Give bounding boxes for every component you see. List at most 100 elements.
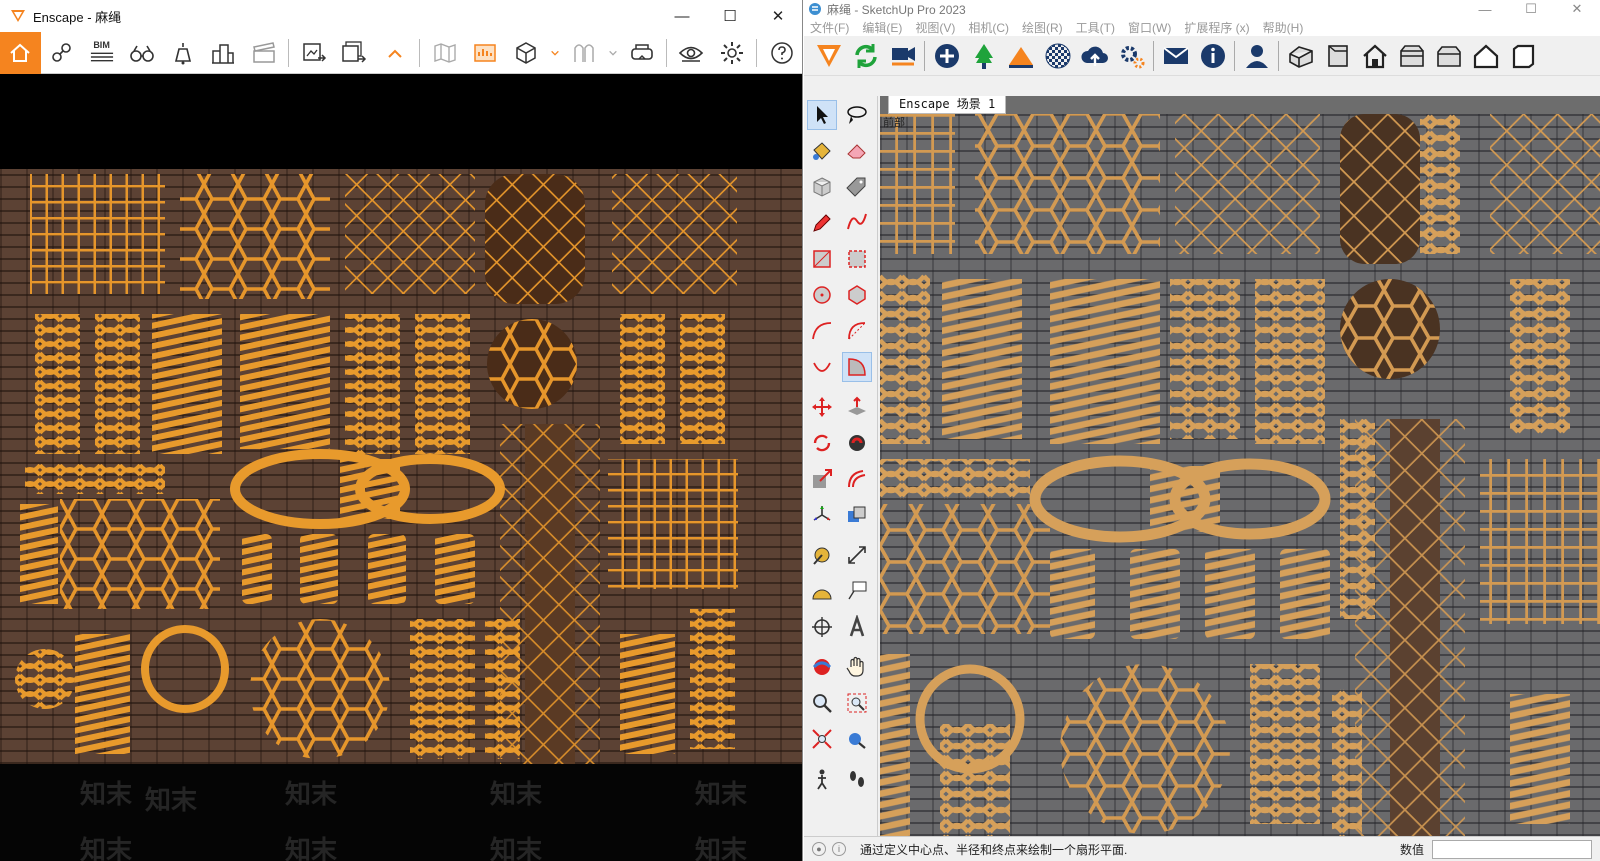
collapse-toolbar-button[interactable] bbox=[375, 32, 416, 74]
enscape-settings-button[interactable] bbox=[1113, 38, 1150, 74]
position-camera-tool[interactable] bbox=[807, 764, 837, 794]
axes-tool[interactable] bbox=[807, 500, 837, 530]
push-pull-tool[interactable] bbox=[842, 392, 872, 422]
batch-export-button[interactable] bbox=[334, 32, 375, 74]
back-view-button[interactable] bbox=[1430, 38, 1467, 74]
measurements-input[interactable] bbox=[1432, 839, 1592, 859]
asset-dropdown[interactable] bbox=[604, 32, 621, 74]
light-button[interactable] bbox=[163, 32, 204, 74]
arc-tool[interactable] bbox=[807, 316, 837, 346]
menu-extensions[interactable]: 扩展程序 (x) bbox=[1184, 19, 1249, 36]
pie-tool[interactable] bbox=[842, 352, 872, 382]
geo-location-icon[interactable]: ● bbox=[812, 842, 826, 856]
settings-button[interactable] bbox=[712, 32, 753, 74]
pan-tool[interactable] bbox=[842, 652, 872, 682]
polygon-tool[interactable] bbox=[842, 280, 872, 310]
three-point-arc-tool[interactable] bbox=[807, 352, 837, 382]
maximize-button[interactable]: ☐ bbox=[1508, 0, 1554, 18]
two-point-arc-tool[interactable] bbox=[842, 316, 872, 346]
three-point-arc-icon bbox=[813, 362, 831, 372]
top-view-button[interactable] bbox=[1319, 38, 1356, 74]
rotated-rectangle-tool[interactable] bbox=[842, 244, 872, 274]
close-button[interactable]: ✕ bbox=[754, 0, 802, 32]
intersect-tool[interactable] bbox=[842, 500, 872, 530]
enscape-render-viewport[interactable]: 知末 知末 知末 知末 知末 知末 知末 知末 知末 bbox=[0, 74, 802, 861]
close-button[interactable]: ✕ bbox=[1554, 0, 1600, 18]
tape-measure-tool[interactable] bbox=[807, 540, 837, 570]
scene-tab[interactable]: Enscape 场景 1 bbox=[888, 96, 1007, 114]
clapper-button[interactable] bbox=[244, 32, 285, 74]
add-button[interactable] bbox=[928, 38, 965, 74]
menu-help[interactable]: 帮助(H) bbox=[1263, 19, 1304, 36]
home-button[interactable] bbox=[0, 31, 41, 74]
export-image-button[interactable] bbox=[293, 32, 334, 74]
move-tool[interactable] bbox=[807, 392, 837, 422]
info-icon[interactable]: i bbox=[832, 842, 846, 856]
front-view-button[interactable] bbox=[1356, 38, 1393, 74]
zoom-extents-tool[interactable] bbox=[807, 724, 837, 754]
eye-button[interactable] bbox=[671, 32, 712, 74]
menu-camera[interactable]: 相机(C) bbox=[968, 19, 1009, 36]
menu-file[interactable]: 文件(F) bbox=[810, 19, 849, 36]
menu-window[interactable]: 窗口(W) bbox=[1128, 19, 1171, 36]
enscape-views-button[interactable] bbox=[884, 38, 921, 74]
maximize-button[interactable]: ☐ bbox=[706, 0, 754, 32]
left-view-button[interactable] bbox=[1467, 38, 1504, 74]
viewpoint-button[interactable] bbox=[41, 32, 82, 74]
bottom-view-button[interactable] bbox=[1504, 38, 1541, 74]
clapper-icon bbox=[253, 41, 275, 63]
binoculars-button[interactable] bbox=[122, 32, 163, 74]
panel-button[interactable] bbox=[465, 32, 506, 74]
minimize-button[interactable]: — bbox=[1462, 0, 1508, 18]
zoom-window-tool[interactable] bbox=[842, 688, 872, 718]
minimize-button[interactable]: — bbox=[658, 0, 706, 32]
menu-tools[interactable]: 工具(T) bbox=[1076, 19, 1115, 36]
protractor-tool[interactable] bbox=[807, 576, 837, 606]
previous-view-tool[interactable] bbox=[842, 724, 872, 754]
line-tool[interactable] bbox=[807, 208, 837, 238]
tag-tool[interactable] bbox=[842, 172, 872, 202]
map-button[interactable] bbox=[424, 32, 465, 74]
eraser-tool[interactable] bbox=[842, 136, 872, 166]
3d-text-tool[interactable] bbox=[842, 612, 872, 642]
rotate-tool[interactable] bbox=[807, 428, 837, 458]
offset-tool[interactable] bbox=[842, 464, 872, 494]
enscape-start-button[interactable] bbox=[810, 38, 847, 74]
asset-library-button[interactable] bbox=[965, 38, 1002, 74]
cube-dropdown[interactable] bbox=[546, 32, 563, 74]
material-checker-button[interactable] bbox=[1039, 38, 1076, 74]
paint-bucket-tool[interactable] bbox=[807, 136, 837, 166]
follow-me-tool[interactable] bbox=[842, 428, 872, 458]
material-editor-button[interactable] bbox=[1002, 38, 1039, 74]
upload-button[interactable] bbox=[1076, 38, 1113, 74]
about-button[interactable] bbox=[1194, 38, 1231, 74]
iso-view-button[interactable] bbox=[1282, 38, 1319, 74]
cube-button[interactable] bbox=[505, 32, 546, 74]
menu-view[interactable]: 视图(V) bbox=[915, 19, 955, 36]
menu-edit[interactable]: 编辑(E) bbox=[862, 19, 902, 36]
text-tool[interactable] bbox=[842, 576, 872, 606]
help-button[interactable] bbox=[761, 32, 802, 74]
right-view-button[interactable] bbox=[1393, 38, 1430, 74]
buildings-button[interactable] bbox=[203, 32, 244, 74]
dimension-tool[interactable] bbox=[842, 540, 872, 570]
bim-button[interactable]: BIM bbox=[81, 32, 122, 74]
vr-headset-button[interactable] bbox=[622, 32, 663, 74]
feedback-button[interactable] bbox=[1157, 38, 1194, 74]
enscape-sync-button[interactable] bbox=[847, 38, 884, 74]
orbit-tool[interactable] bbox=[807, 652, 837, 682]
walk-tool[interactable] bbox=[842, 764, 872, 794]
circle-tool[interactable] bbox=[807, 280, 837, 310]
lasso-tool[interactable] bbox=[842, 100, 872, 130]
account-button[interactable] bbox=[1238, 38, 1275, 74]
freehand-tool[interactable] bbox=[842, 208, 872, 238]
select-tool[interactable] bbox=[807, 100, 837, 130]
component-tool[interactable] bbox=[807, 172, 837, 202]
section-plane-tool[interactable] bbox=[807, 612, 837, 642]
menu-draw[interactable]: 绘图(R) bbox=[1022, 19, 1063, 36]
rectangle-tool[interactable] bbox=[807, 244, 837, 274]
scale-tool[interactable] bbox=[807, 464, 837, 494]
sketchup-viewport[interactable]: Enscape 场景 1 前部 bbox=[880, 96, 1600, 836]
asset-button[interactable] bbox=[563, 32, 604, 74]
zoom-tool[interactable] bbox=[807, 688, 837, 718]
